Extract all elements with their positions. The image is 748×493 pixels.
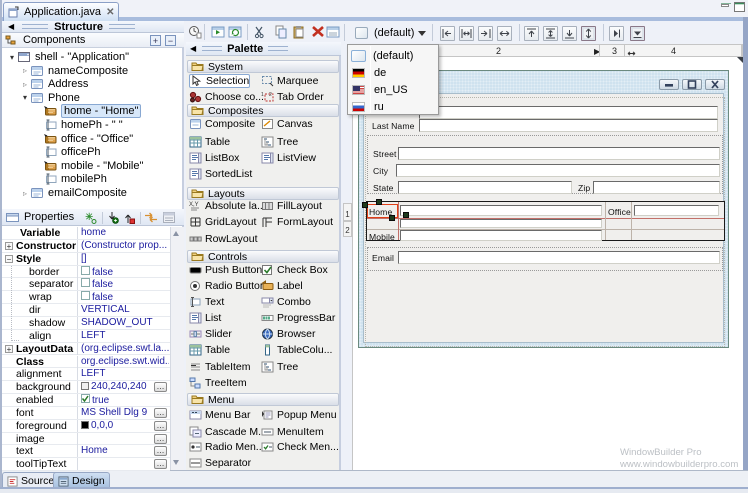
svg-text:X,Y: X,Y <box>189 202 199 208</box>
svg-text:1: 1 <box>261 92 264 98</box>
svg-text:2: 2 <box>269 92 272 98</box>
